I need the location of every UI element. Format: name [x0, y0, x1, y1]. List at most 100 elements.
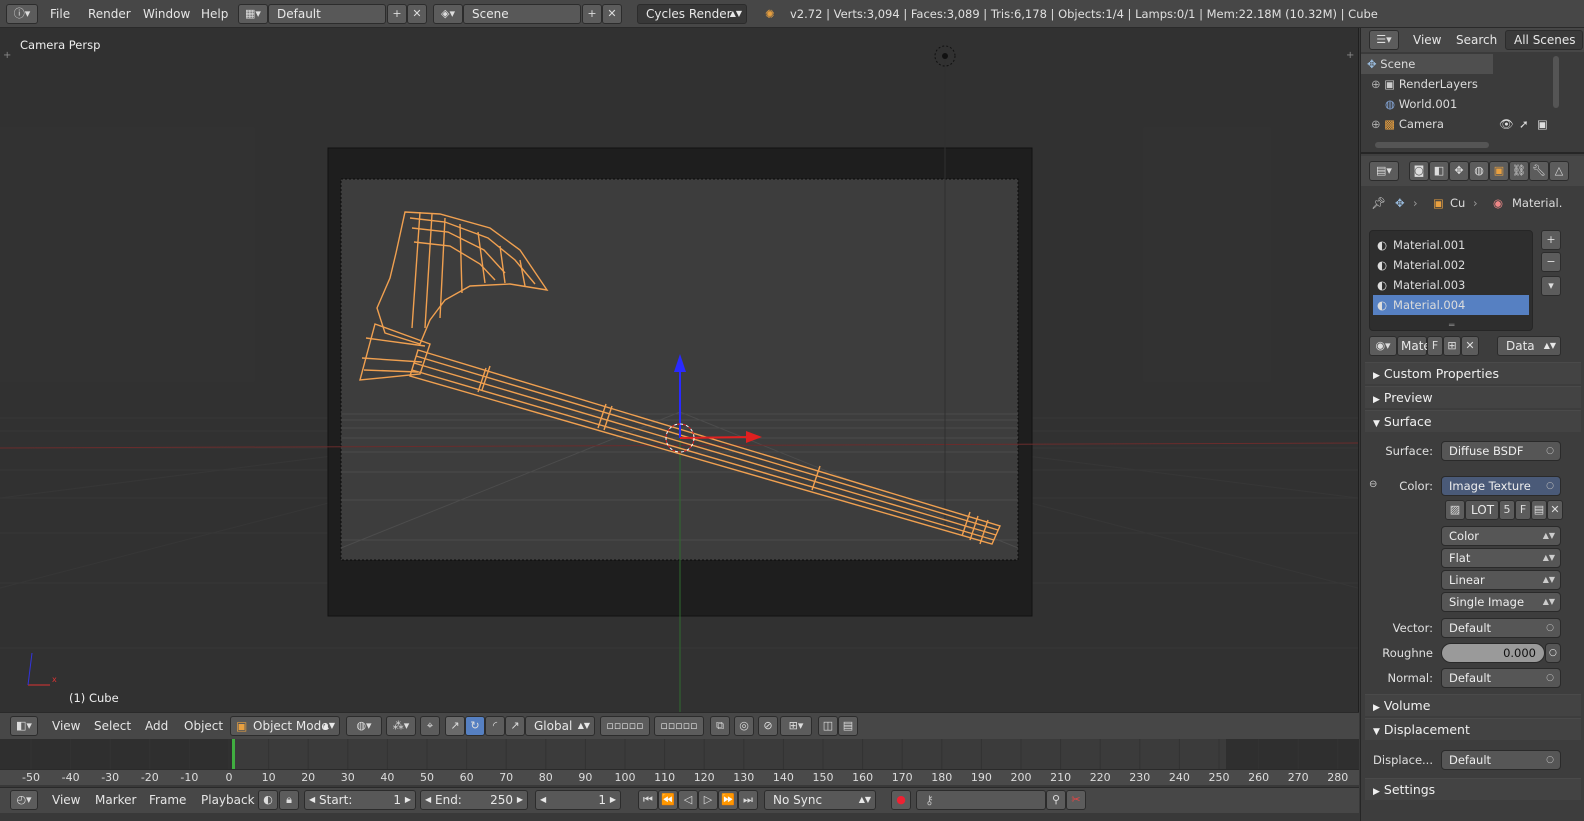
render-animation-icon[interactable]: ▤ [838, 716, 858, 736]
interpolation-select[interactable]: Linear ▲▼ [1441, 570, 1561, 590]
timeline-area[interactable]: -50 -40 -30 -20 -10 0 10 20 30 40 50 60 70 80 90 100 110… [0, 739, 1359, 785]
snap-element-icon[interactable]: ⊞▾ [780, 716, 812, 736]
remove-layout-icon[interactable]: ✕ [407, 4, 427, 24]
scene-selector-icon[interactable]: ◈▾ [433, 4, 463, 24]
image-source-select[interactable]: Single Image ▲▼ [1441, 592, 1561, 612]
normal-input-button[interactable]: Default ○ [1441, 668, 1561, 688]
end-frame-field[interactable]: ◀ End: 250 ▶ [420, 790, 528, 810]
scene-field[interactable]: Scene [463, 4, 581, 24]
preview-range-icon[interactable]: ◐ [258, 790, 278, 810]
visibility-eye-icon[interactable]: 👁︎ [1499, 114, 1514, 134]
lock-range-icon[interactable]: 🔒︎ [279, 790, 299, 810]
unlink-material-icon[interactable]: ✕ [1461, 336, 1479, 356]
section-settings[interactable]: ▶ Settings [1365, 778, 1581, 800]
selectable-cursor-icon[interactable]: ➚ [1519, 114, 1529, 134]
menu-window[interactable]: Window [143, 4, 190, 24]
modifiers-tab-icon[interactable]: 🔧︎ [1529, 161, 1549, 181]
insert-keyframe-icon[interactable]: ⚲ [1046, 790, 1066, 810]
outliner-menu-search[interactable]: Search [1456, 30, 1497, 50]
jump-start-icon[interactable]: ⏮ [638, 790, 658, 810]
outliner-hscrollbar[interactable] [1375, 142, 1489, 148]
menu-add[interactable]: Add [145, 716, 168, 736]
menu-view[interactable]: View [52, 716, 80, 736]
unlink-image-icon[interactable]: ✕ [1547, 500, 1563, 520]
outliner-item-world[interactable]: ◍ World.001 [1385, 94, 1457, 114]
translate-manipulator-icon[interactable]: ↗ [445, 716, 465, 736]
current-frame-field[interactable]: ◀ 1 ▶ [535, 790, 621, 810]
render-tab-icon[interactable]: ◙ [1409, 161, 1429, 181]
scale-manipulator-icon[interactable]: ◜ [485, 716, 505, 736]
data-tab-icon[interactable]: △ [1549, 161, 1569, 181]
record-icon[interactable]: ● [891, 790, 911, 810]
section-displacement[interactable]: ▼ Displacement [1365, 718, 1581, 740]
info-editor-icon[interactable]: ⓘ▾ [6, 4, 38, 24]
section-volume[interactable]: ▶ Volume [1365, 694, 1581, 716]
menu-help[interactable]: Help [201, 4, 228, 24]
manipulator-toggle-icon[interactable]: ⌖ [420, 716, 440, 736]
image-name-field[interactable]: LOT [1465, 500, 1499, 520]
slot-specials-icon[interactable]: ▾ [1541, 276, 1561, 296]
roughness-slider[interactable]: 0.000 [1441, 643, 1545, 663]
roughness-link-icon[interactable]: ○ [1545, 643, 1561, 663]
layout-field[interactable]: Default [268, 4, 386, 24]
play-icon[interactable]: ▷ [698, 790, 718, 810]
editor-type-icon[interactable]: ◧▾ [10, 716, 38, 736]
section-custom-properties[interactable]: ▶ Custom Properties [1365, 362, 1581, 384]
outliner-menu-view[interactable]: View [1413, 30, 1441, 50]
tl-menu-frame[interactable]: Frame [149, 790, 186, 810]
orientation-select[interactable]: Global ▲▼ [525, 716, 595, 736]
new-material-icon[interactable]: ⊞ [1443, 336, 1461, 356]
jump-next-key-icon[interactable]: ⏩ [718, 790, 738, 810]
shading-mode-icon[interactable]: ◍▾ [346, 716, 382, 736]
snap-toggle-icon[interactable]: ⊘ [758, 716, 778, 736]
material-browse-icon[interactable]: ◉▾ [1369, 336, 1397, 356]
menu-select[interactable]: Select [94, 716, 131, 736]
renderable-camera-icon[interactable]: ▣ [1537, 114, 1548, 134]
pin-icon[interactable]: 📌︎ [1371, 193, 1386, 213]
projection-select[interactable]: Flat ▲▼ [1441, 548, 1561, 568]
pivot-point-icon[interactable]: ⁂▾ [386, 716, 416, 736]
outliner-scrollbar[interactable] [1553, 56, 1559, 108]
jump-end-icon[interactable]: ⏭ [738, 790, 758, 810]
properties-editor-icon[interactable]: ▤▾ [1369, 161, 1399, 181]
menu-object[interactable]: Object [184, 716, 223, 736]
layers-grid-b[interactable]: ▫▫▫▫▫ [654, 716, 704, 736]
tl-menu-view[interactable]: View [52, 790, 80, 810]
render-still-icon[interactable]: ◫ [818, 716, 838, 736]
jump-prev-key-icon[interactable]: ⏪ [658, 790, 678, 810]
material-name-field[interactable]: Mate [1397, 336, 1431, 356]
breadcrumb-material[interactable]: Material. [1512, 193, 1562, 213]
material-slot-item[interactable]: ◐ Material.003 [1373, 275, 1529, 295]
render-engine-select[interactable]: Cycles Render ▲▼ [637, 4, 747, 24]
layers-grid-a[interactable]: ▫▫▫▫▫ [600, 716, 650, 736]
image-fake-user[interactable]: F [1515, 500, 1531, 520]
delete-keyframe-icon[interactable]: ✂ [1066, 790, 1086, 810]
section-surface[interactable]: ▼ Surface [1365, 410, 1581, 432]
outliner-editor-icon[interactable]: ☰▾ [1369, 30, 1399, 50]
scene-tab-icon[interactable]: ✥ [1449, 161, 1469, 181]
object-tab-icon[interactable]: ▣ [1489, 161, 1509, 181]
add-slot-icon[interactable]: + [1541, 230, 1561, 250]
material-slot-item[interactable]: ◐ Material.002 [1373, 255, 1529, 275]
list-resize-handle[interactable]: ═ [1449, 321, 1454, 331]
tl-menu-marker[interactable]: Marker [95, 790, 136, 810]
displacement-input-button[interactable]: Default ○ [1441, 750, 1561, 770]
keying-set-field[interactable]: ⚷ [916, 790, 1046, 810]
vector-input-button[interactable]: Default ○ [1441, 618, 1561, 638]
manipulator-extra-icon[interactable]: ↗ [505, 716, 525, 736]
material-slot-item[interactable]: ◐ Material.001 [1373, 235, 1529, 255]
color-space-select[interactable]: Color ▲▼ [1441, 526, 1561, 546]
tl-menu-playback[interactable]: Playback [201, 790, 255, 810]
outliner-item-camera[interactable]: ⊕ ▩ Camera [1371, 114, 1444, 134]
mode-select[interactable]: ▣ Object Mode ▲▼ [230, 716, 340, 736]
sync-select[interactable]: No Sync ▲▼ [764, 790, 876, 810]
rotate-manipulator-icon[interactable]: ↻ [465, 716, 485, 736]
outliner-item-renderlayers[interactable]: ⊕ ▣ RenderLayers [1371, 74, 1478, 94]
material-slot-item[interactable]: ◐ Material.004 [1373, 295, 1529, 315]
image-browse-icon[interactable]: ▨ [1445, 500, 1465, 520]
section-preview[interactable]: ▶ Preview [1365, 386, 1581, 408]
add-layout-icon[interactable]: + [387, 4, 407, 24]
outliner-item-scene[interactable]: ✥ Scene [1361, 54, 1493, 74]
link-select[interactable]: Data ▲▼ [1497, 336, 1561, 356]
constraints-tab-icon[interactable]: ⛓ [1509, 161, 1529, 181]
